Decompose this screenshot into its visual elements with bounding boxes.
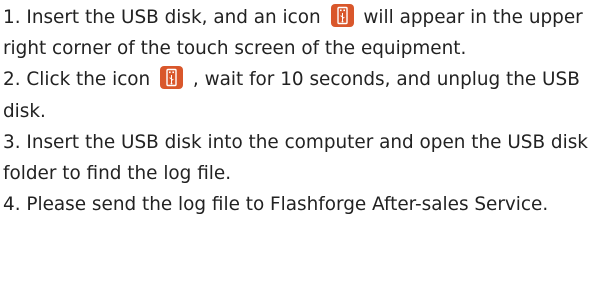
step-1: 1. Insert the USB disk, and an icon will… [3, 2, 603, 64]
instruction-list: 1. Insert the USB disk, and an icon will… [3, 2, 603, 220]
step-2: 2. Click the icon , wait for 10 seconds,… [3, 64, 603, 126]
step-2-text-before: 2. Click the icon [3, 69, 157, 91]
step-3: 3. Insert the USB disk into the computer… [3, 131, 588, 185]
step-4: 4. Please send the log file to Flashforg… [3, 194, 549, 216]
usb-drive-icon [160, 66, 184, 90]
usb-drive-icon [330, 4, 354, 27]
step-1-text-before: 1. Insert the USB disk, and an icon [3, 7, 327, 28]
